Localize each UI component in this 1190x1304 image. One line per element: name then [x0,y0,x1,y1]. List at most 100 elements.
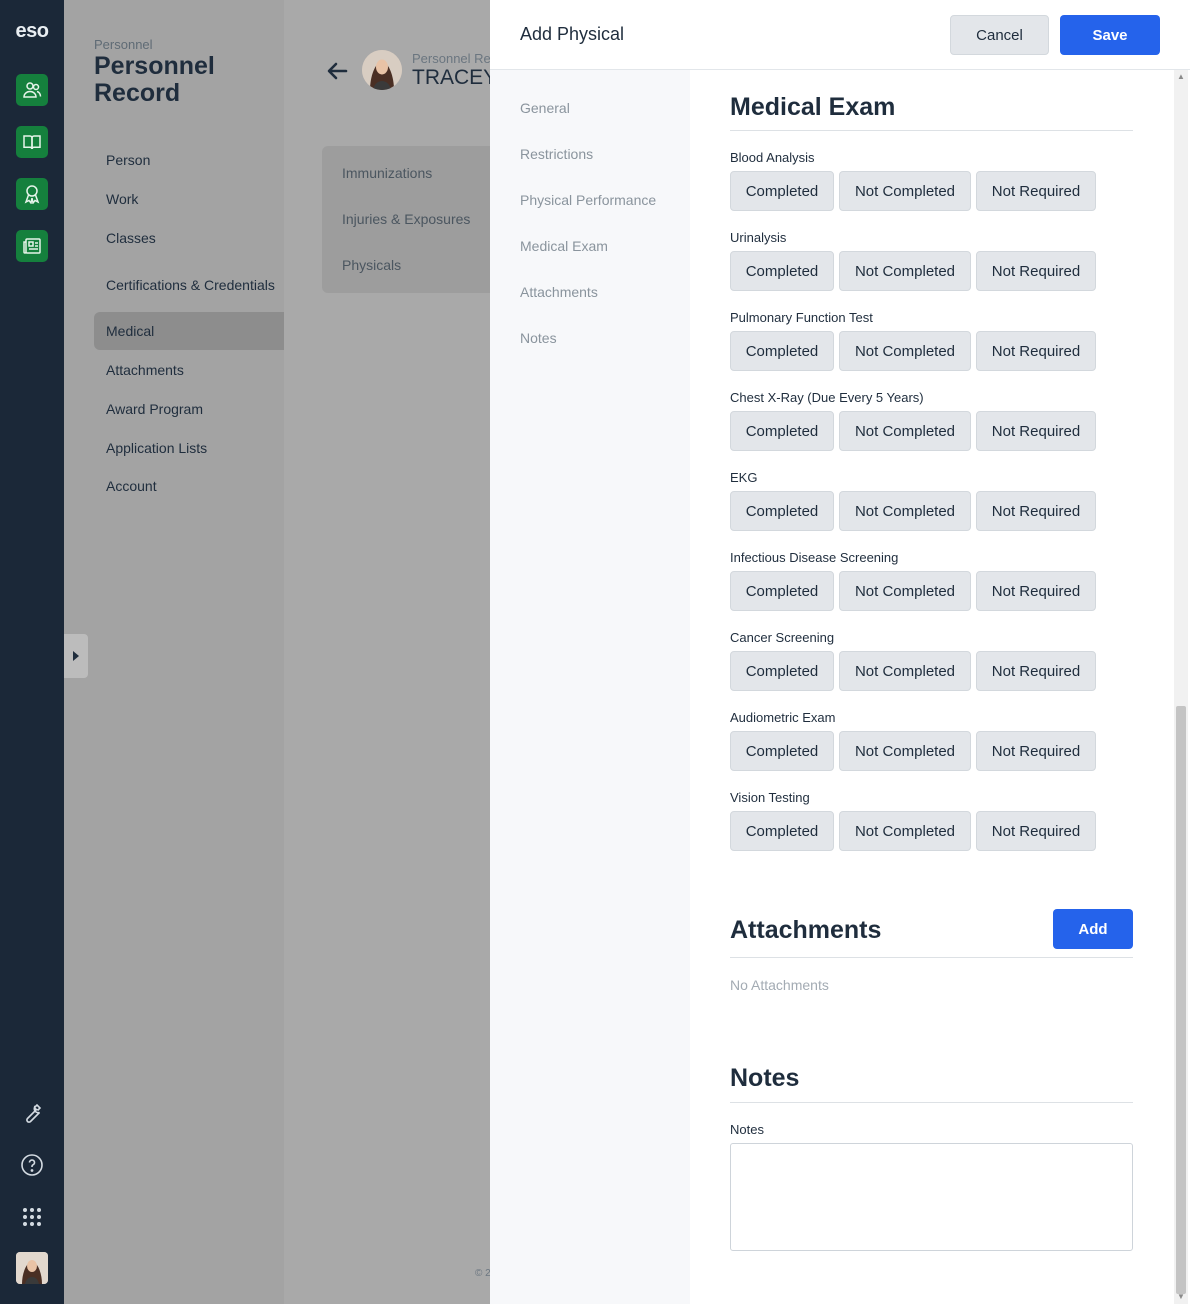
completed-option[interactable]: Completed [730,251,834,291]
ekg-options: Completed Not Completed Not Required [730,491,1096,531]
test-label-urinalysis: Urinalysis [730,230,787,245]
divider [730,130,1133,131]
notes-heading: Notes [730,1064,800,1092]
attachments-heading: Attachments [730,916,882,944]
infectious-disease-options: Completed Not Completed Not Required [730,571,1096,611]
save-button[interactable]: Save [1060,15,1160,55]
not-completed-option[interactable]: Not Completed [839,491,971,531]
book-icon[interactable] [16,126,48,158]
medical-exam-heading: Medical Exam [730,93,896,121]
not-required-option[interactable]: Not Required [976,811,1096,851]
not-completed-option[interactable]: Not Completed [839,811,971,851]
completed-option[interactable]: Completed [730,731,834,771]
pulmonary-function-options: Completed Not Completed Not Required [730,331,1096,371]
test-label-vision-testing: Vision Testing [730,790,810,805]
test-label-blood-analysis: Blood Analysis [730,150,815,165]
footer-copyright: © 2 [475,1268,491,1279]
page-title: Personnel Record [94,52,215,107]
add-attachment-button[interactable]: Add [1053,909,1133,949]
test-label-infectious-disease: Infectious Disease Screening [730,550,899,565]
test-label-pulmonary-function: Pulmonary Function Test [730,310,873,325]
section-link-medical-exam[interactable]: Medical Exam [520,238,608,254]
section-link-restrictions[interactable]: Restrictions [520,146,593,162]
award-icon[interactable] [16,178,48,210]
test-label-cancer-screening: Cancer Screening [730,630,835,645]
completed-option[interactable]: Completed [730,331,834,371]
urinalysis-options: Completed Not Completed Not Required [730,251,1096,291]
divider [730,957,1133,958]
scrollbar-thumb[interactable] [1176,706,1186,1294]
section-link-notes[interactable]: Notes [520,330,557,346]
scroll-up-icon[interactable]: ▲ [1176,72,1186,82]
no-attachments-text: No Attachments [730,977,829,993]
completed-option[interactable]: Completed [730,571,834,611]
user-avatar[interactable] [16,1252,48,1284]
cancel-button[interactable]: Cancel [950,15,1049,55]
completed-option[interactable]: Completed [730,651,834,691]
wrench-icon[interactable] [16,1097,48,1129]
not-completed-option[interactable]: Not Completed [839,571,971,611]
scroll-down-icon[interactable]: ▼ [1176,1292,1186,1302]
person-name: TRACEY [412,66,498,89]
app-rail: eso [0,0,64,1304]
section-link-general[interactable]: General [520,100,570,116]
nav-item-application-lists[interactable]: Application Lists [94,429,284,467]
drawer-section-nav: General Restrictions Physical Performanc… [490,70,690,1304]
divider [730,1102,1133,1103]
person-avatar [362,50,402,90]
not-completed-option[interactable]: Not Completed [839,731,971,771]
nav-item-account[interactable]: Account [94,467,284,505]
newspaper-icon[interactable] [16,230,48,262]
section-link-physical-performance[interactable]: Physical Performance [520,192,656,208]
not-completed-option[interactable]: Not Completed [839,331,971,371]
not-required-option[interactable]: Not Required [976,571,1096,611]
blood-analysis-options: Completed Not Completed Not Required [730,171,1096,211]
test-label-chest-xray: Chest X-Ray (Due Every 5 Years) [730,390,924,405]
add-physical-drawer: Add Physical Cancel Save General Restric… [490,0,1190,1304]
completed-option[interactable]: Completed [730,811,834,851]
not-required-option[interactable]: Not Required [976,171,1096,211]
audiometric-exam-options: Completed Not Completed Not Required [730,731,1096,771]
subnav-immunizations[interactable]: Immunizations [342,165,432,181]
completed-option[interactable]: Completed [730,411,834,451]
nav-item-work[interactable]: Work [94,180,284,218]
nav-item-certifications[interactable]: Certifications & Credentials [94,266,284,304]
test-label-ekg: EKG [730,470,758,485]
test-label-audiometric-exam: Audiometric Exam [730,710,836,725]
help-icon[interactable] [16,1149,48,1181]
not-required-option[interactable]: Not Required [976,491,1096,531]
back-arrow-icon[interactable] [326,60,348,82]
drawer-content: Medical Exam Blood Analysis Completed No… [690,70,1190,1304]
notes-textarea[interactable] [730,1143,1133,1251]
nav-item-person[interactable]: Person [94,141,284,179]
notes-field-label: Notes [730,1122,764,1137]
record-subtitle: Personnel Re [412,51,491,66]
people-icon[interactable] [16,74,48,106]
chest-xray-options: Completed Not Completed Not Required [730,411,1096,451]
subnav-injuries-exposures[interactable]: Injuries & Exposures [342,211,470,227]
not-completed-option[interactable]: Not Completed [839,251,971,291]
subnav-physicals[interactable]: Physicals [342,257,401,273]
breadcrumb: Personnel [94,37,153,52]
nav-item-medical[interactable]: Medical [94,312,284,350]
apps-grid-icon[interactable] [16,1201,48,1233]
not-completed-option[interactable]: Not Completed [839,411,971,451]
nav-item-award-program[interactable]: Award Program [94,390,284,428]
personnel-nav: Personnel Personnel Record Person Work C… [64,0,284,1304]
not-required-option[interactable]: Not Required [976,251,1096,291]
completed-option[interactable]: Completed [730,491,834,531]
not-required-option[interactable]: Not Required [976,331,1096,371]
nav-item-classes[interactable]: Classes [94,219,284,257]
not-required-option[interactable]: Not Required [976,731,1096,771]
not-required-option[interactable]: Not Required [976,651,1096,691]
vision-testing-options: Completed Not Completed Not Required [730,811,1096,851]
completed-option[interactable]: Completed [730,171,834,211]
expand-sidebar-button[interactable] [64,634,88,678]
eso-logo: eso [15,20,49,42]
nav-item-attachments[interactable]: Attachments [94,351,284,389]
not-completed-option[interactable]: Not Completed [839,651,971,691]
section-link-attachments[interactable]: Attachments [520,284,598,300]
not-completed-option[interactable]: Not Completed [839,171,971,211]
drawer-header: Add Physical Cancel Save [490,0,1190,70]
not-required-option[interactable]: Not Required [976,411,1096,451]
